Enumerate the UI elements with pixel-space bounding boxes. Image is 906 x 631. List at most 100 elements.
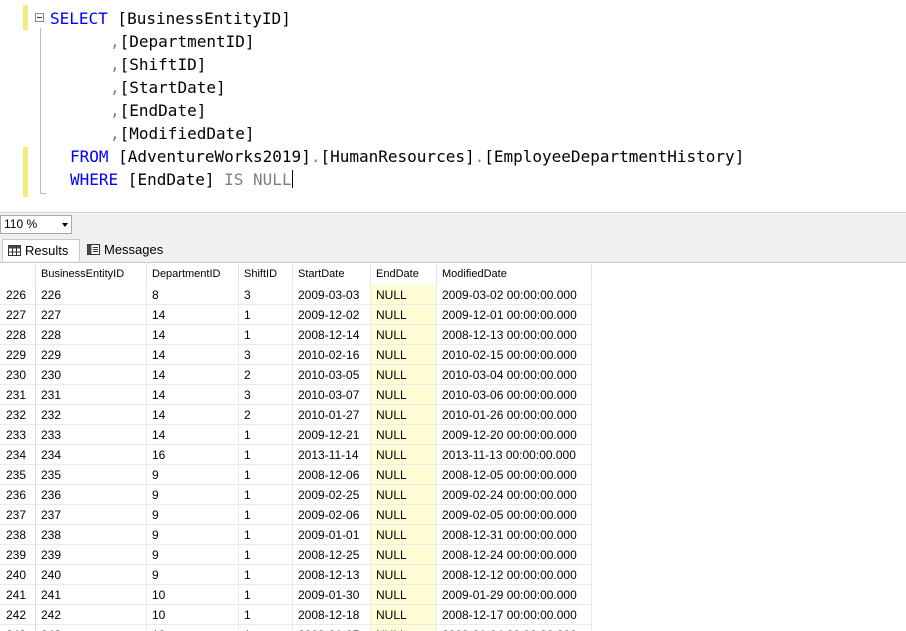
table-cell[interactable]: 1: [239, 305, 293, 325]
table-cell[interactable]: 2008-12-05 00:00:00.000: [437, 465, 592, 485]
table-cell[interactable]: 2009-12-21: [293, 425, 371, 445]
table-cell[interactable]: 2010-03-04 00:00:00.000: [437, 365, 592, 385]
table-cell[interactable]: 1: [239, 425, 293, 445]
table-cell[interactable]: 228: [36, 325, 147, 345]
table-cell[interactable]: 239: [36, 545, 147, 565]
table-cell[interactable]: 2010-03-06 00:00:00.000: [437, 385, 592, 405]
table-cell[interactable]: 2009-12-01 00:00:00.000: [437, 305, 592, 325]
table-cell[interactable]: 2008-12-31 00:00:00.000: [437, 525, 592, 545]
table-cell[interactable]: 1: [239, 465, 293, 485]
table-cell[interactable]: 2: [239, 405, 293, 425]
row-number[interactable]: 239: [0, 545, 36, 565]
table-cell[interactable]: NULL: [371, 465, 437, 485]
code-line[interactable]: SELECT [BusinessEntityID]: [50, 7, 291, 30]
table-cell[interactable]: 2010-02-16: [293, 345, 371, 365]
table-cell[interactable]: 1: [239, 625, 293, 631]
row-number[interactable]: 230: [0, 365, 36, 385]
table-cell[interactable]: 2008-12-06: [293, 465, 371, 485]
table-cell[interactable]: 3: [239, 345, 293, 365]
chevron-down-icon[interactable]: [62, 223, 68, 227]
query-editor[interactable]: SELECT [BusinessEntityID] ,[DepartmentID]…: [0, 0, 906, 212]
table-cell[interactable]: 1: [239, 445, 293, 465]
table-row[interactable]: 2432431012009-01-05NULL2009-01-04 00:00:…: [0, 625, 592, 631]
row-number[interactable]: 237: [0, 505, 36, 525]
table-cell[interactable]: NULL: [371, 325, 437, 345]
table-cell[interactable]: 2009-01-05: [293, 625, 371, 631]
table-cell[interactable]: 2009-12-02: [293, 305, 371, 325]
row-number[interactable]: 228: [0, 325, 36, 345]
table-cell[interactable]: 2013-11-13 00:00:00.000: [437, 445, 592, 465]
table-cell[interactable]: 14: [147, 305, 239, 325]
table-cell[interactable]: 2: [239, 365, 293, 385]
column-header[interactable]: StartDate: [293, 264, 371, 284]
table-row[interactable]: 235 235 9 1 2008-12-06 NULL 2008-12-05 00:00:0…: [0, 465, 592, 485]
table-cell[interactable]: 2008-12-12 00:00:00.000: [437, 565, 592, 585]
table-cell[interactable]: NULL: [371, 285, 437, 305]
table-cell[interactable]: 10: [147, 605, 239, 625]
row-number[interactable]: 236: [0, 485, 36, 505]
table-cell[interactable]: 10: [147, 625, 239, 631]
table-cell[interactable]: 242: [36, 605, 147, 625]
table-cell[interactable]: NULL: [371, 545, 437, 565]
table-cell[interactable]: 1: [239, 325, 293, 345]
table-cell[interactable]: NULL: [371, 405, 437, 425]
row-number[interactable]: 240: [0, 565, 36, 585]
table-cell[interactable]: 14: [147, 405, 239, 425]
table-cell[interactable]: 9: [147, 505, 239, 525]
table-row[interactable]: 242 242 10 1 2008-12-18 NULL 2008-12-17 00:00:…: [0, 605, 592, 625]
table-cell[interactable]: 1: [239, 505, 293, 525]
table-cell[interactable]: NULL: [371, 585, 437, 605]
table-cell[interactable]: NULL: [371, 525, 437, 545]
row-number[interactable]: 234: [0, 445, 36, 465]
table-cell[interactable]: 1: [239, 585, 293, 605]
table-row[interactable]: 231 231 14 3 2010-03-07 NULL 2010-03-06 00:00:…: [0, 385, 592, 405]
table-cell[interactable]: 10: [147, 585, 239, 605]
table-cell[interactable]: 230: [36, 365, 147, 385]
tab-results[interactable]: Results: [2, 239, 80, 261]
column-header[interactable]: DepartmentID: [147, 264, 239, 284]
table-cell[interactable]: 2010-02-15 00:00:00.000: [437, 345, 592, 365]
table-cell[interactable]: 2009-01-04 00:00:00.000: [437, 625, 592, 631]
table-cell[interactable]: 1: [239, 565, 293, 585]
row-number[interactable]: 238: [0, 525, 36, 545]
table-row[interactable]: 238 238 9 1 2009-01-01 NULL 2008-12-31 00:00:0…: [0, 525, 592, 545]
row-number[interactable]: 226: [0, 285, 36, 305]
row-number[interactable]: 241: [0, 585, 36, 605]
column-header[interactable]: EndDate: [371, 264, 437, 284]
table-cell[interactable]: 2010-03-05: [293, 365, 371, 385]
table-cell[interactable]: 2010-01-27: [293, 405, 371, 425]
collapse-box-icon[interactable]: [35, 13, 44, 22]
table-row[interactable]: 226 226 8 3 2009-03-03 NULL 2009-03-02 00:00:0…: [0, 285, 592, 305]
row-number[interactable]: 242: [0, 605, 36, 625]
table-cell[interactable]: 9: [147, 465, 239, 485]
table-row[interactable]: 239 239 9 1 2008-12-25 NULL 2008-12-24 00:00:0…: [0, 545, 592, 565]
table-cell[interactable]: NULL: [371, 625, 437, 631]
table-cell[interactable]: 233: [36, 425, 147, 445]
table-cell[interactable]: 14: [147, 425, 239, 445]
table-cell[interactable]: 226: [36, 285, 147, 305]
table-cell[interactable]: NULL: [371, 485, 437, 505]
table-row[interactable]: 230 230 14 2 2010-03-05 NULL 2010-03-04 00:00:…: [0, 365, 592, 385]
table-cell[interactable]: 2008-12-24 00:00:00.000: [437, 545, 592, 565]
table-cell[interactable]: 9: [147, 565, 239, 585]
code-line[interactable]: ,[EndDate]: [110, 99, 206, 122]
table-cell[interactable]: 227: [36, 305, 147, 325]
table-cell[interactable]: 9: [147, 525, 239, 545]
table-cell[interactable]: 229: [36, 345, 147, 365]
row-number[interactable]: 233: [0, 425, 36, 445]
table-cell[interactable]: 2008-12-13: [293, 565, 371, 585]
table-cell[interactable]: 2009-01-29 00:00:00.000: [437, 585, 592, 605]
table-cell[interactable]: 8: [147, 285, 239, 305]
table-cell[interactable]: 238: [36, 525, 147, 545]
table-row[interactable]: 229 229 14 3 2010-02-16 NULL 2010-02-15 00:00:…: [0, 345, 592, 365]
table-cell[interactable]: NULL: [371, 605, 437, 625]
table-cell[interactable]: 2010-03-07: [293, 385, 371, 405]
table-cell[interactable]: 2008-12-18: [293, 605, 371, 625]
row-number[interactable]: 229: [0, 345, 36, 365]
table-row[interactable]: 240 240 9 1 2008-12-13 NULL 2008-12-12 00:00:0…: [0, 565, 592, 585]
code-line[interactable]: FROM [AdventureWorks2019].[HumanResource…: [70, 145, 744, 168]
table-cell[interactable]: 2008-12-14: [293, 325, 371, 345]
table-cell[interactable]: 2009-01-30: [293, 585, 371, 605]
table-cell[interactable]: 2009-02-05 00:00:00.000: [437, 505, 592, 525]
row-number[interactable]: 232: [0, 405, 36, 425]
